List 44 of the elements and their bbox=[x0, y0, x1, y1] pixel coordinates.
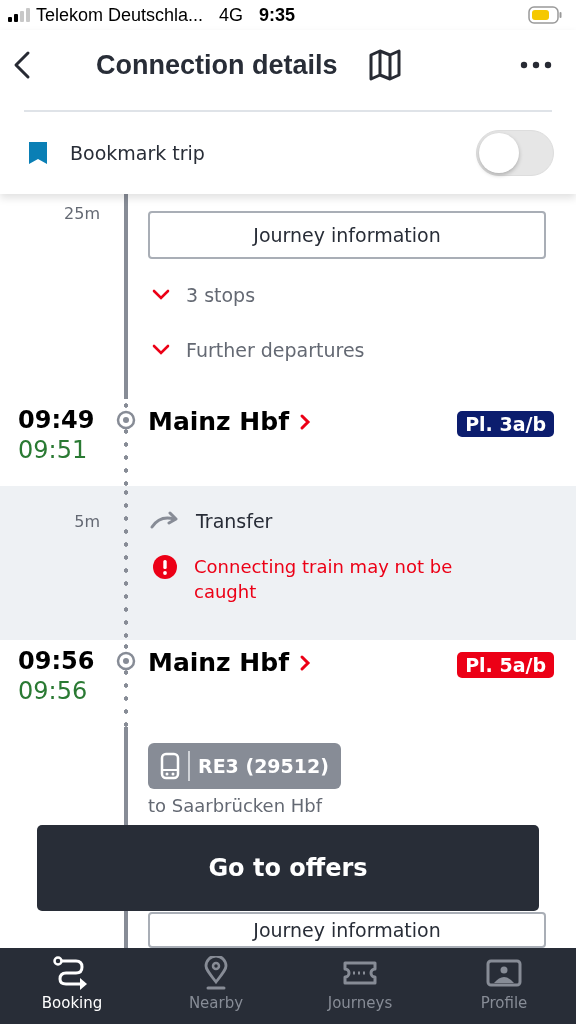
chevron-right-icon bbox=[299, 412, 312, 431]
train-badge: RE3 (29512) bbox=[148, 743, 341, 789]
stop-node-icon bbox=[116, 410, 136, 430]
warning-icon bbox=[152, 554, 178, 580]
tab[interactable]: Journeys bbox=[288, 948, 432, 1024]
duration-text: 25m bbox=[64, 204, 100, 223]
journey-information-button[interactable]: Journey information bbox=[148, 211, 546, 259]
screen-title: Connection details bbox=[96, 49, 338, 81]
journey-information-button[interactable]: Journey information bbox=[148, 912, 546, 948]
platform-tag: Pl. 3a/b bbox=[457, 411, 554, 437]
carrier-name: Telekom Deutschla... bbox=[36, 4, 204, 26]
transfer-label: Transfer bbox=[196, 510, 273, 532]
map-icon[interactable] bbox=[367, 49, 402, 81]
chevron-right-icon bbox=[299, 653, 312, 672]
transfer-icon bbox=[148, 511, 180, 531]
bookmark-toggle[interactable] bbox=[476, 130, 554, 176]
battery-icon bbox=[528, 6, 562, 24]
tab[interactable]: Profile bbox=[432, 948, 576, 1024]
platform-tag: Pl. 5a/b bbox=[457, 652, 554, 678]
bookmark-label: Bookmark trip bbox=[70, 142, 205, 164]
back-button[interactable] bbox=[12, 50, 32, 80]
expand-link[interactable]: 3 stops bbox=[148, 276, 256, 314]
tab[interactable]: Nearby bbox=[144, 948, 288, 1024]
actual-time: 09:51 bbox=[18, 436, 88, 464]
train-icon bbox=[160, 752, 180, 780]
planned-time: 09:56 bbox=[18, 647, 95, 675]
expand-link[interactable]: Further departures bbox=[148, 331, 365, 369]
stop-node-icon bbox=[116, 651, 136, 671]
planned-time: 09:49 bbox=[18, 406, 95, 434]
destination-text: to Saarbrücken Hbf bbox=[148, 795, 323, 816]
network-type: 4G bbox=[219, 4, 244, 26]
chevron-down-icon bbox=[152, 289, 170, 301]
status-time: 9:35 bbox=[259, 4, 296, 26]
actual-time: 09:56 bbox=[18, 677, 88, 705]
more-icon[interactable] bbox=[520, 61, 552, 69]
signal-icon bbox=[8, 8, 30, 22]
station-link[interactable]: Mainz Hbf bbox=[148, 407, 312, 436]
go-to-offers-button[interactable]: Go to offers bbox=[37, 825, 539, 911]
warning-message: Connecting train may not be caught bbox=[194, 555, 454, 604]
station-link[interactable]: Mainz Hbf bbox=[148, 648, 312, 677]
bookmark-icon bbox=[28, 141, 48, 165]
duration-text: 5m bbox=[74, 512, 100, 531]
chevron-down-icon bbox=[152, 344, 170, 356]
tab[interactable]: Booking bbox=[0, 948, 144, 1024]
